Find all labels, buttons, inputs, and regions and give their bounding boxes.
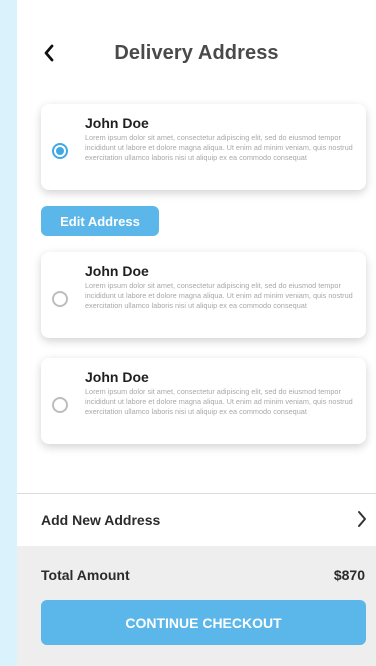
address-name: John Doe [85,263,149,279]
address-text: Lorem ipsum dolor sit amet, consectetur … [85,281,353,310]
address-card[interactable]: John Doe Lorem ipsum dolor sit amet, con… [41,358,366,444]
edit-address-button[interactable]: Edit Address [41,206,159,236]
chevron-right-icon [356,510,368,533]
address-text: Lorem ipsum dolor sit amet, consectetur … [85,133,353,162]
add-new-address-label: Add New Address [41,512,161,528]
header: Delivery Address [17,30,376,82]
address-card[interactable]: John Doe Lorem ipsum dolor sit amet, con… [41,252,366,338]
total-amount-label: Total Amount [41,567,130,583]
page-title: Delivery Address [114,42,279,64]
address-name: John Doe [85,369,149,385]
radio-button-selected[interactable] [52,143,68,159]
address-name: John Doe [85,115,149,131]
delivery-address-screen: Delivery Address John Doe Lorem ipsum do… [17,0,376,666]
address-text: Lorem ipsum dolor sit amet, consectetur … [85,387,353,416]
radio-button[interactable] [52,291,68,307]
total-amount-value: $870 [333,567,365,583]
address-card[interactable]: John Doe Lorem ipsum dolor sit amet, con… [41,104,366,190]
continue-checkout-button[interactable]: CONTINUE CHECKOUT [41,600,366,645]
checkout-footer: Total Amount $870 CONTINUE CHECKOUT [17,546,376,666]
radio-button[interactable] [52,397,68,413]
add-new-address-row[interactable]: Add New Address [17,494,376,546]
